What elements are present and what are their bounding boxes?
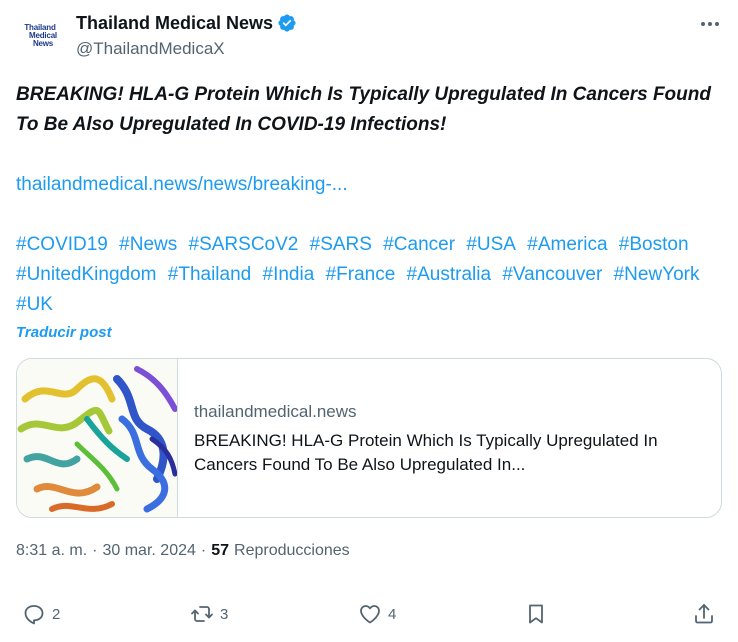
hashtag-link[interactable]: #France xyxy=(326,264,396,285)
reply-count: 2 xyxy=(52,605,61,623)
share-icon xyxy=(695,604,713,624)
hashtag-link[interactable]: #NewYork xyxy=(614,264,700,285)
hashtag-link[interactable]: #USA xyxy=(466,234,516,255)
repost-count: 3 xyxy=(220,605,229,623)
hashtag-link[interactable]: #UK xyxy=(16,294,53,315)
meta-separator: · xyxy=(92,542,98,559)
hashtag-link[interactable]: #COVID19 xyxy=(16,234,108,255)
more-options-button[interactable] xyxy=(698,14,722,34)
bookmark-icon xyxy=(529,604,543,624)
avatar[interactable]: Thailand Medical News xyxy=(16,12,64,60)
hashtag-link[interactable]: #America xyxy=(527,234,607,255)
hashtag-link[interactable]: #News xyxy=(119,234,177,255)
hashtag-link[interactable]: #India xyxy=(263,264,315,285)
hashtag-list: #COVID19 #News #SARSCoV2 #SARS #Cancer #… xyxy=(16,230,722,320)
heart-icon xyxy=(360,605,380,624)
reply-button[interactable]: 2 xyxy=(22,602,60,626)
hashtag-link[interactable]: #Cancer xyxy=(383,234,455,255)
meta-separator: · xyxy=(200,542,207,559)
like-count: 4 xyxy=(388,605,397,623)
more-horizontal-icon-dot xyxy=(708,22,712,26)
link-preview-domain: thailandmedical.news xyxy=(194,402,357,421)
hashtag-link[interactable]: #Australia xyxy=(407,264,492,285)
tweet-link[interactable]: thailandmedical.news/news/breaking-... xyxy=(16,170,722,200)
more-horizontal-icon-dot xyxy=(715,22,719,26)
reply-icon xyxy=(24,605,44,625)
link-preview-title: BREAKING! HLA-G Protein Which Is Typical… xyxy=(194,431,658,474)
verified-badge-icon xyxy=(278,14,296,32)
tweet-date[interactable]: 30 mar. 2024 xyxy=(102,542,195,560)
translate-post-button[interactable]: Traducir post xyxy=(16,324,112,341)
more-horizontal-icon-dot xyxy=(701,22,705,26)
hashtag-link[interactable]: #Vancouver xyxy=(502,264,602,285)
action-bar: 2 3 4 xyxy=(0,594,738,634)
repost-icon xyxy=(191,606,213,622)
tweet-headline: BREAKING! HLA-G Protein Which Is Typical… xyxy=(16,84,711,135)
tweet-meta: 8:31 a. m. · 30 mar. 2024 · 57 Reproducc… xyxy=(16,542,350,560)
share-button[interactable] xyxy=(692,602,716,626)
hashtag-link[interactable]: #UnitedKingdom xyxy=(16,264,156,285)
hashtag-link[interactable]: #SARS xyxy=(310,234,372,255)
like-button[interactable]: 4 xyxy=(358,602,396,626)
link-preview-body: thailandmedical.news BREAKING! HLA-G Pro… xyxy=(178,359,710,517)
display-name[interactable]: Thailand Medical News xyxy=(76,12,273,34)
protein-structure-thumbnail xyxy=(17,359,178,517)
bookmark-button[interactable] xyxy=(524,602,548,626)
user-handle[interactable]: @ThailandMedicaX xyxy=(76,38,225,60)
views-count: 57 xyxy=(211,542,230,559)
views-label: Reproducciones xyxy=(234,542,350,559)
avatar-text-line-3: News xyxy=(32,39,54,48)
display-name-row[interactable]: Thailand Medical News xyxy=(76,12,297,34)
link-preview-card[interactable]: thailandmedical.news BREAKING! HLA-G Pro… xyxy=(16,358,722,518)
hashtag-link[interactable]: #Thailand xyxy=(168,264,251,285)
tweet-text: BREAKING! HLA-G Protein Which Is Typical… xyxy=(16,80,722,320)
hashtag-link[interactable]: #SARSCoV2 xyxy=(189,234,299,255)
tweet-time[interactable]: 8:31 a. m. xyxy=(16,542,87,560)
repost-button[interactable]: 3 xyxy=(190,602,228,626)
hashtag-link[interactable]: #Boston xyxy=(619,234,689,255)
